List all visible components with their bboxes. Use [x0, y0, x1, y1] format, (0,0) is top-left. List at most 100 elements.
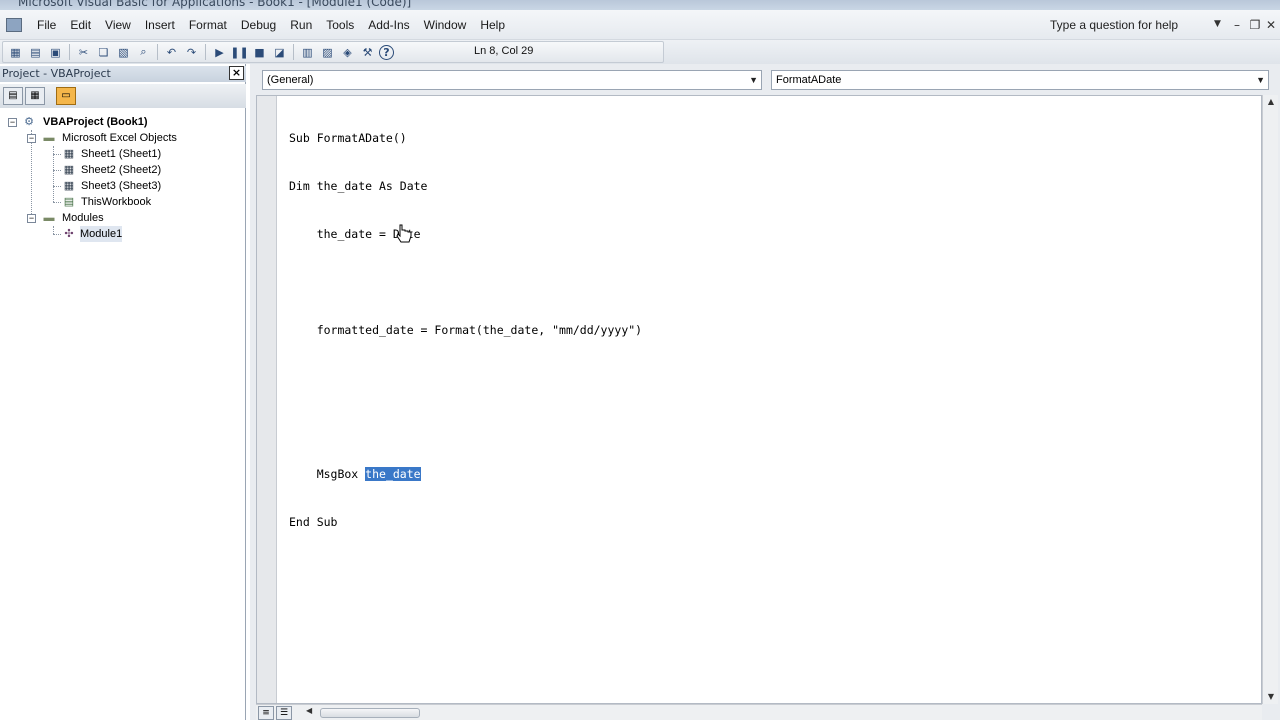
tree-item-sheet2[interactable]: ▦ Sheet2 (Sheet2) [0, 162, 246, 178]
menu-format[interactable]: Format [182, 17, 234, 33]
redo-icon[interactable]: ↷ [183, 44, 200, 61]
object-browser-icon[interactable]: ◈ [339, 44, 356, 61]
menu-bar: File Edit View Insert Format Debug Run T… [0, 10, 1280, 40]
standard-toolbar: ▦ ▤ ▣ ✂ ❏ ▧ ⌕ ↶ ↷ ▶ ❚❚ ■ ◪ ▥ ▨ ◈ ⚒ ? Ln … [0, 40, 1280, 64]
tree-item-excel-objects[interactable]: − ▬ Microsoft Excel Objects [0, 130, 246, 146]
code-line[interactable]: Dim the_date As Date [289, 178, 642, 194]
menu-debug[interactable]: Debug [234, 17, 283, 33]
tree-connector [53, 186, 61, 187]
tree-item-vbaproject[interactable]: − ⚙ VBAProject (Book1) [0, 114, 246, 130]
code-line[interactable]: formatted_date = Format(the_date, "mm/dd… [289, 322, 642, 338]
minimize-icon[interactable]: – [1230, 18, 1244, 32]
save-icon[interactable]: ▣ [47, 44, 64, 61]
code-line[interactable] [289, 274, 642, 290]
chevron-down-icon[interactable]: ▼ [1256, 71, 1265, 89]
code-line-prefix[interactable]: MsgBox [289, 467, 365, 481]
scroll-thumb[interactable] [320, 708, 420, 718]
menu-add-ins[interactable]: Add-Ins [361, 17, 416, 33]
tree-connector [53, 202, 61, 203]
tree-item-thisworkbook[interactable]: ▤ ThisWorkbook [0, 194, 246, 210]
vertical-scrollbar[interactable]: ▲ ▼ [1262, 95, 1278, 704]
toolbar-separator [69, 44, 70, 60]
code-text[interactable]: Sub FormatADate() Dim the_date As Date t… [289, 98, 642, 562]
help-dropdown-icon[interactable]: ▼ [1214, 19, 1221, 29]
tree-connector [53, 234, 61, 235]
folder-icon: ▬ [43, 132, 55, 144]
worksheet-icon: ▦ [63, 164, 75, 176]
view-object-icon[interactable]: ▦ [25, 87, 45, 105]
help-question-box[interactable]: Type a question for help [1050, 18, 1178, 32]
close-icon[interactable]: ✕ [1264, 18, 1278, 32]
break-icon[interactable]: ❚❚ [230, 44, 248, 61]
folder-icon: ▬ [43, 212, 55, 224]
tree-item-label: Modules [62, 212, 104, 224]
tree-item-label: Module1 [80, 226, 123, 242]
scroll-left-icon[interactable]: ◀ [306, 706, 312, 715]
tree-item-sheet3[interactable]: ▦ Sheet3 (Sheet3) [0, 178, 246, 194]
tree-item-label: Sheet3 (Sheet3) [81, 180, 162, 192]
menu-tools[interactable]: Tools [319, 17, 361, 33]
reset-icon[interactable]: ■ [251, 44, 268, 61]
project-explorer-icon[interactable]: ▥ [299, 44, 316, 61]
object-dropdown-value: (General) [267, 74, 314, 86]
paste-icon[interactable]: ▧ [115, 44, 132, 61]
collapse-icon[interactable]: − [8, 118, 17, 127]
run-icon[interactable]: ▶ [211, 44, 228, 61]
view-excel-icon[interactable]: ▦ [7, 44, 24, 61]
view-code-icon[interactable]: ▤ [3, 87, 23, 105]
object-dropdown[interactable]: (General) ▼ [262, 70, 762, 90]
vba-app-icon[interactable] [6, 18, 22, 32]
project-tree: − ⚙ VBAProject (Book1) − ▬ Microsoft Exc… [0, 114, 246, 242]
code-editor[interactable]: Sub FormatADate() Dim the_date As Date t… [256, 95, 1262, 704]
title-bar: Microsoft Visual Basic for Applications … [0, 0, 1280, 10]
design-mode-icon[interactable]: ◪ [271, 44, 288, 61]
properties-icon[interactable]: ▨ [319, 44, 336, 61]
margin-indicator-bar[interactable] [257, 96, 277, 703]
find-icon[interactable]: ⌕ [135, 44, 152, 61]
insert-module-icon[interactable]: ▤ [27, 44, 44, 61]
menu-edit[interactable]: Edit [63, 17, 98, 33]
tree-item-modules[interactable]: − ▬ Modules [0, 210, 246, 226]
toggle-folders-icon[interactable]: ▭ [56, 87, 76, 105]
tree-item-label: Microsoft Excel Objects [62, 132, 177, 144]
code-window: (General) ▼ FormatADate ▼ Sub FormatADat… [250, 64, 1280, 720]
close-pane-icon[interactable]: × [229, 66, 244, 80]
selected-text[interactable]: the_date [365, 467, 421, 481]
scroll-up-icon[interactable]: ▲ [1264, 95, 1278, 109]
tree-connector [53, 170, 61, 171]
code-line[interactable] [289, 370, 642, 386]
code-line[interactable]: MsgBox the_date [289, 466, 642, 482]
code-line[interactable]: Sub FormatADate() [289, 130, 642, 146]
copy-icon[interactable]: ❏ [95, 44, 112, 61]
help-icon[interactable]: ? [379, 44, 394, 60]
full-module-view-icon[interactable]: ☰ [276, 706, 292, 720]
code-line[interactable]: the_date = Date [289, 226, 642, 242]
restore-icon[interactable]: ❐ [1248, 18, 1262, 32]
worksheet-icon: ▦ [63, 148, 75, 160]
module-icon: ✣ [64, 228, 74, 240]
menu-insert[interactable]: Insert [138, 17, 182, 33]
menu-help[interactable]: Help [473, 17, 512, 33]
undo-icon[interactable]: ↶ [163, 44, 180, 61]
procedure-view-icon[interactable]: ≡ [258, 706, 274, 720]
tree-item-label: Sheet2 (Sheet2) [81, 164, 162, 176]
procedure-dropdown[interactable]: FormatADate ▼ [771, 70, 1269, 90]
horizontal-scrollbar[interactable]: ≡ ☰ ◀ [256, 704, 1262, 720]
code-line[interactable] [289, 418, 642, 434]
collapse-icon[interactable]: − [27, 214, 36, 223]
chevron-down-icon[interactable]: ▼ [749, 71, 758, 89]
menu-window[interactable]: Window [417, 17, 474, 33]
code-line[interactable]: End Sub [289, 514, 642, 530]
workbook-icon: ▤ [63, 196, 75, 208]
scroll-down-icon[interactable]: ▼ [1264, 690, 1278, 704]
toolbox-icon[interactable]: ⚒ [359, 44, 376, 61]
menu-run[interactable]: Run [283, 17, 319, 33]
menu-view[interactable]: View [98, 17, 138, 33]
tree-item-label: ThisWorkbook [81, 196, 152, 208]
project-explorer-pane: Project - VBAProject × ▤ ▦ ▭ − ⚙ VBAProj… [0, 64, 246, 720]
tree-item-module1[interactable]: ✣ Module1 [0, 226, 246, 242]
tree-item-sheet1[interactable]: ▦ Sheet1 (Sheet1) [0, 146, 246, 162]
menu-file[interactable]: File [30, 17, 63, 33]
cut-icon[interactable]: ✂ [75, 44, 92, 61]
collapse-icon[interactable]: − [27, 134, 36, 143]
